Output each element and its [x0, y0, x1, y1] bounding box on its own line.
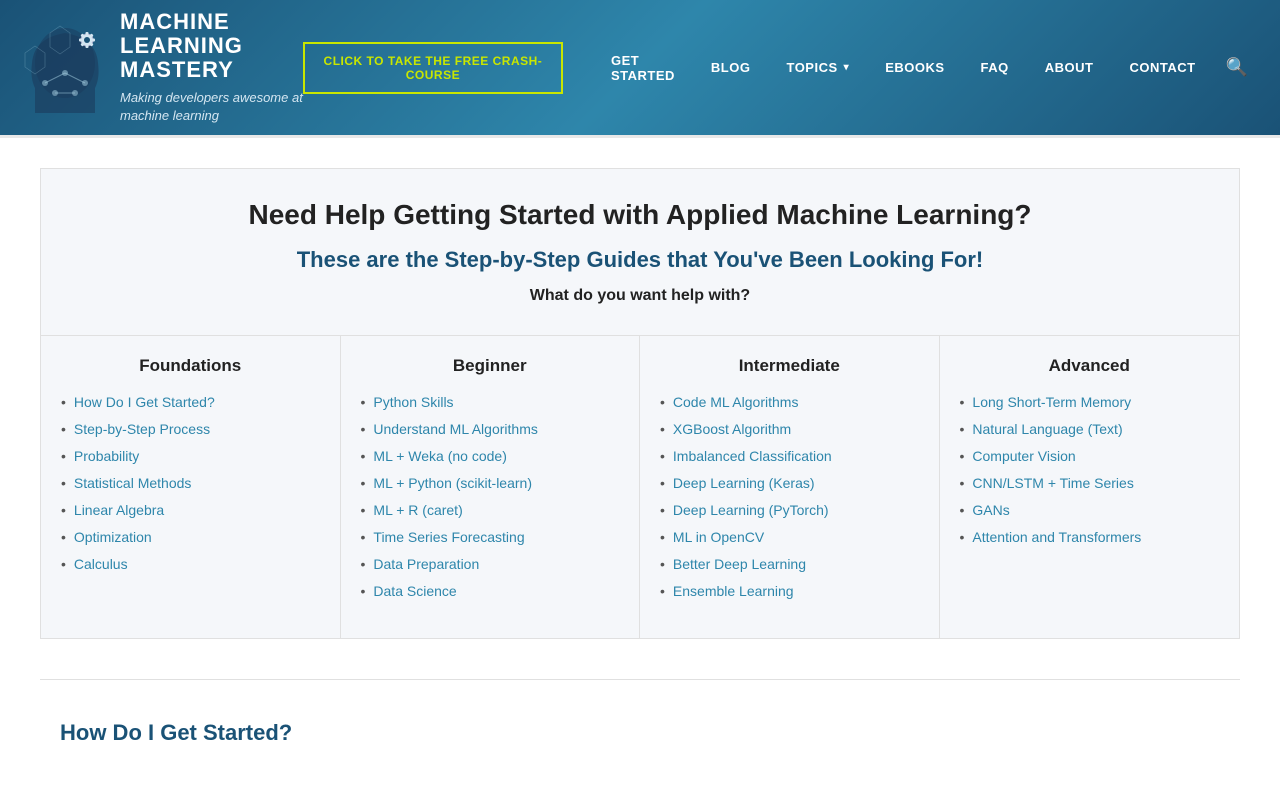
- list-item: Step-by-Step Process: [61, 419, 320, 440]
- list-item: Calculus: [61, 554, 320, 575]
- hero-question: What do you want help with?: [81, 287, 1199, 305]
- beginner-list: Python Skills Understand ML Algorithms M…: [361, 392, 620, 602]
- bottom-teaser-title: How Do I Get Started?: [60, 720, 1220, 746]
- advanced-link-5[interactable]: Attention and Transformers: [972, 527, 1141, 548]
- list-item: Attention and Transformers: [960, 527, 1220, 548]
- logo-area: MACHINE LEARNING MASTERY Making develope…: [20, 10, 303, 125]
- intermediate-link-5[interactable]: ML in OpenCV: [673, 527, 764, 548]
- intermediate-header: Intermediate: [660, 356, 919, 376]
- hero-subtitle: These are the Step-by-Step Guides that Y…: [81, 247, 1199, 273]
- logo-icon[interactable]: [20, 13, 105, 123]
- beginner-link-4[interactable]: ML + R (caret): [373, 500, 462, 521]
- foundations-list: How Do I Get Started? Step-by-Step Proce…: [61, 392, 320, 575]
- nav-topics[interactable]: TOPICS ▾: [768, 52, 867, 83]
- foundations-link-3[interactable]: Statistical Methods: [74, 473, 192, 494]
- main-content: Need Help Getting Started with Applied M…: [20, 138, 1260, 796]
- intermediate-column: Intermediate Code ML Algorithms XGBoost …: [640, 336, 940, 638]
- list-item: XGBoost Algorithm: [660, 419, 919, 440]
- intermediate-link-4[interactable]: Deep Learning (PyTorch): [673, 500, 829, 521]
- nav-faq[interactable]: FAQ: [963, 52, 1027, 83]
- header-nav: CLICK TO TAKE THE FREE CRASH-COURSE GET …: [303, 42, 1260, 94]
- foundations-link-2[interactable]: Probability: [74, 446, 139, 467]
- advanced-column: Advanced Long Short-Term Memory Natural …: [940, 336, 1240, 638]
- foundations-header: Foundations: [61, 356, 320, 376]
- advanced-link-2[interactable]: Computer Vision: [972, 446, 1075, 467]
- nav-ebooks[interactable]: EBOOKS: [867, 52, 962, 83]
- logo-title: MACHINE LEARNING MASTERY: [120, 10, 303, 83]
- logo-text[interactable]: MACHINE LEARNING MASTERY Making develope…: [120, 10, 303, 125]
- nav-get-started[interactable]: GET STARTED: [593, 45, 693, 91]
- intermediate-link-7[interactable]: Ensemble Learning: [673, 581, 794, 602]
- list-item: Statistical Methods: [61, 473, 320, 494]
- hero-box: Need Help Getting Started with Applied M…: [40, 168, 1240, 336]
- list-item: How Do I Get Started?: [61, 392, 320, 413]
- advanced-link-4[interactable]: GANs: [972, 500, 1009, 521]
- list-item: Deep Learning (Keras): [660, 473, 919, 494]
- bottom-divider: [40, 679, 1240, 680]
- nav-contact[interactable]: CONTACT: [1111, 52, 1213, 83]
- list-item: Natural Language (Text): [960, 419, 1220, 440]
- beginner-link-7[interactable]: Data Science: [373, 581, 456, 602]
- beginner-header: Beginner: [361, 356, 620, 376]
- beginner-link-5[interactable]: Time Series Forecasting: [373, 527, 524, 548]
- beginner-column: Beginner Python Skills Understand ML Alg…: [341, 336, 641, 638]
- columns-section: Foundations How Do I Get Started? Step-b…: [40, 336, 1240, 639]
- foundations-link-4[interactable]: Linear Algebra: [74, 500, 164, 521]
- list-item: Optimization: [61, 527, 320, 548]
- list-item: ML + Python (scikit-learn): [361, 473, 620, 494]
- list-item: Linear Algebra: [61, 500, 320, 521]
- intermediate-link-0[interactable]: Code ML Algorithms: [673, 392, 799, 413]
- foundations-link-0[interactable]: How Do I Get Started?: [74, 392, 215, 413]
- list-item: GANs: [960, 500, 1220, 521]
- foundations-link-1[interactable]: Step-by-Step Process: [74, 419, 210, 440]
- list-item: Ensemble Learning: [660, 581, 919, 602]
- advanced-list: Long Short-Term Memory Natural Language …: [960, 392, 1220, 548]
- foundations-link-5[interactable]: Optimization: [74, 527, 152, 548]
- intermediate-list: Code ML Algorithms XGBoost Algorithm Imb…: [660, 392, 919, 602]
- beginner-link-2[interactable]: ML + Weka (no code): [373, 446, 506, 467]
- list-item: ML + R (caret): [361, 500, 620, 521]
- foundations-column: Foundations How Do I Get Started? Step-b…: [41, 336, 341, 638]
- intermediate-link-1[interactable]: XGBoost Algorithm: [673, 419, 791, 440]
- advanced-link-1[interactable]: Natural Language (Text): [972, 419, 1122, 440]
- list-item: Understand ML Algorithms: [361, 419, 620, 440]
- beginner-link-1[interactable]: Understand ML Algorithms: [373, 419, 537, 440]
- advanced-link-3[interactable]: CNN/LSTM + Time Series: [972, 473, 1133, 494]
- advanced-link-0[interactable]: Long Short-Term Memory: [972, 392, 1131, 413]
- list-item: Code ML Algorithms: [660, 392, 919, 413]
- list-item: Time Series Forecasting: [361, 527, 620, 548]
- hero-title: Need Help Getting Started with Applied M…: [81, 199, 1199, 231]
- list-item: Computer Vision: [960, 446, 1220, 467]
- intermediate-link-2[interactable]: Imbalanced Classification: [673, 446, 832, 467]
- foundations-link-6[interactable]: Calculus: [74, 554, 128, 575]
- beginner-link-6[interactable]: Data Preparation: [373, 554, 479, 575]
- list-item: CNN/LSTM + Time Series: [960, 473, 1220, 494]
- list-item: Long Short-Term Memory: [960, 392, 1220, 413]
- intermediate-link-6[interactable]: Better Deep Learning: [673, 554, 806, 575]
- logo-subtitle: Making developers awesome at machine lea…: [120, 89, 303, 125]
- list-item: ML + Weka (no code): [361, 446, 620, 467]
- nav-about[interactable]: ABOUT: [1027, 52, 1112, 83]
- list-item: ML in OpenCV: [660, 527, 919, 548]
- beginner-link-0[interactable]: Python Skills: [373, 392, 453, 413]
- bottom-teaser: How Do I Get Started?: [40, 700, 1240, 766]
- list-item: Deep Learning (PyTorch): [660, 500, 919, 521]
- list-item: Better Deep Learning: [660, 554, 919, 575]
- beginner-link-3[interactable]: ML + Python (scikit-learn): [373, 473, 532, 494]
- intermediate-link-3[interactable]: Deep Learning (Keras): [673, 473, 815, 494]
- search-icon[interactable]: 🔍: [1214, 49, 1260, 86]
- advanced-header: Advanced: [960, 356, 1220, 376]
- list-item: Data Preparation: [361, 554, 620, 575]
- main-nav: GET STARTED BLOG TOPICS ▾ EBOOKS FAQ ABO…: [593, 45, 1260, 91]
- topics-dropdown-arrow: ▾: [844, 62, 850, 73]
- site-header: MACHINE LEARNING MASTERY Making develope…: [0, 0, 1280, 135]
- list-item: Python Skills: [361, 392, 620, 413]
- list-item: Imbalanced Classification: [660, 446, 919, 467]
- crash-course-button[interactable]: CLICK TO TAKE THE FREE CRASH-COURSE: [303, 42, 563, 94]
- nav-blog[interactable]: BLOG: [693, 52, 769, 83]
- list-item: Probability: [61, 446, 320, 467]
- list-item: Data Science: [361, 581, 620, 602]
